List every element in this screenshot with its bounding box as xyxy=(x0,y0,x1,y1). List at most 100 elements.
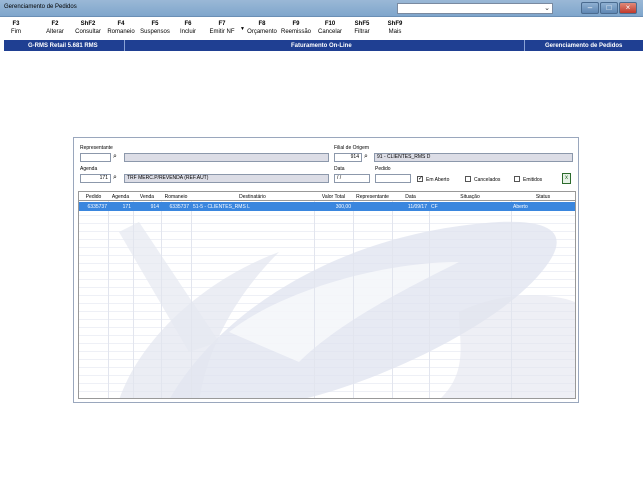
pedido-field[interactable] xyxy=(375,174,411,183)
column-header-valor-total[interactable]: Valor Total xyxy=(314,194,353,200)
toolbar-label: Cancelar xyxy=(317,29,342,35)
column-header-pedido[interactable]: Pedido xyxy=(79,194,108,200)
toolbar-button-emitir-nf[interactable]: F7 Emitir NF ▼ xyxy=(206,21,246,35)
orders-table: Pedido Agenda Venda Romaneio Destinatári… xyxy=(78,191,576,399)
binoculars-search-icon[interactable]: ⌕ xyxy=(113,174,117,182)
cell-agenda: 171 xyxy=(122,204,131,210)
column-header-venda[interactable]: Venda xyxy=(133,194,161,200)
toolbar-label: Fim xyxy=(11,29,21,35)
column-header-agenda[interactable]: Agenda xyxy=(108,194,133,200)
toolbar-key: F4 xyxy=(117,21,125,27)
em-aberto-checkbox[interactable]: ✓ xyxy=(417,176,423,182)
toolbar-key: F6 xyxy=(184,21,192,27)
toolbar-button-incluir[interactable]: F6 Incluir xyxy=(175,21,201,35)
toolbar-label: Alterar xyxy=(46,29,64,35)
toolbar-label: Emitir NF xyxy=(209,29,235,35)
window-titlebar: Gerenciamento de Pedidos ⌄ – □ × xyxy=(0,0,643,17)
chevron-down-icon[interactable]: ⌄ xyxy=(544,4,550,12)
toolbar-button-consultar[interactable]: ShF2 Consultar xyxy=(72,21,104,35)
toolbar-label: Mais xyxy=(388,29,402,35)
toolbar-label: Orçamento xyxy=(247,29,277,35)
toolbar-key: F8 xyxy=(258,21,266,27)
toolbar-key: F10 xyxy=(324,21,336,27)
emitidos-label: Emitidos xyxy=(523,177,543,183)
toolbar-button-alterar[interactable]: F2 Alterar xyxy=(42,21,68,35)
column-header-romaneio[interactable]: Romaneio xyxy=(161,194,191,200)
representante-label: Representante xyxy=(80,145,113,151)
filial-code-field[interactable]: 914 xyxy=(334,153,362,162)
filial-name-field: 91 - CLIENTES_RMS D xyxy=(374,153,573,162)
column-header-destinatario[interactable]: Destinatário xyxy=(191,194,314,200)
toolbar-key: F9 xyxy=(292,21,300,27)
table-row[interactable]: 6335737 171 914 6335737 51-5 - CLIENTES_… xyxy=(79,202,575,211)
agenda-code-field[interactable]: 171 xyxy=(80,174,111,183)
toolbar-label: Filtrar xyxy=(354,29,370,35)
representante-name-field xyxy=(124,153,329,162)
cancelados-checkbox[interactable] xyxy=(465,176,471,182)
column-divider xyxy=(314,192,315,398)
export-excel-icon[interactable]: x xyxy=(562,173,571,184)
column-divider xyxy=(191,192,192,398)
column-header-representante[interactable]: Representante xyxy=(353,194,392,200)
cell-venda: 914 xyxy=(150,204,159,210)
column-header-situacao[interactable]: Situação xyxy=(429,194,511,200)
binoculars-search-icon[interactable]: ⌕ xyxy=(113,153,117,161)
window-title: Gerenciamento de Pedidos xyxy=(4,4,77,10)
minimize-button[interactable]: – xyxy=(581,2,599,14)
toolbar-label: Incluir xyxy=(179,29,196,35)
agenda-label: Agenda xyxy=(80,166,98,172)
binoculars-search-icon[interactable]: ⌕ xyxy=(364,153,368,161)
cell-romaneio: 6335737 xyxy=(169,204,189,210)
orders-panel: Representante ⌕ Filial de Origem 914 ⌕ 9… xyxy=(73,137,579,403)
data-label: Data xyxy=(334,166,345,172)
column-divider xyxy=(161,192,162,398)
column-divider xyxy=(429,192,430,398)
toolbar-button-reemissao[interactable]: F9 Reemissão xyxy=(280,21,312,35)
app-version-label: G-RMS Retail 5.681 RMS xyxy=(28,43,98,49)
toolbar-button-mais[interactable]: ShF9 Mais xyxy=(383,21,407,35)
toolbar-button-fim[interactable]: F3 Fim xyxy=(5,21,27,35)
column-divider xyxy=(108,192,109,398)
header-divider xyxy=(124,40,125,51)
app-header-bar: G-RMS Retail 5.681 RMS Faturamento On-Li… xyxy=(4,40,643,51)
representante-code-field[interactable] xyxy=(80,153,111,162)
toolbar-label: Suspensos xyxy=(140,29,170,35)
date-field[interactable]: / / xyxy=(334,174,370,183)
cell-pedido: 6335737 xyxy=(87,204,107,210)
toolbar-button-orcamento[interactable]: F8 Orçamento xyxy=(245,21,279,35)
cell-valor-total: 300,00 xyxy=(335,204,351,210)
cancelados-label: Cancelados xyxy=(474,177,501,183)
column-divider xyxy=(392,192,393,398)
toolbar-button-suspensos[interactable]: F5 Suspensos xyxy=(138,21,172,35)
watermark-logo xyxy=(119,221,575,398)
toolbar-key: ShF2 xyxy=(80,21,96,27)
title-dropdown[interactable]: ⌄ xyxy=(397,3,553,14)
function-key-toolbar: F3 Fim F2 Alterar ShF2 Consultar F4 Roma… xyxy=(0,17,643,40)
screen-title: Gerenciamento de Pedidos xyxy=(545,43,623,49)
column-divider xyxy=(511,192,512,398)
toolbar-button-filtrar[interactable]: ShF5 Filtrar xyxy=(350,21,374,35)
toolbar-key: ShF5 xyxy=(354,21,370,27)
column-header-status[interactable]: Status xyxy=(511,194,575,200)
header-divider xyxy=(524,40,525,51)
cell-data: 11/09/17 xyxy=(407,204,427,210)
em-aberto-label: Em Aberto xyxy=(426,177,450,183)
table-header: Pedido Agenda Venda Romaneio Destinatári… xyxy=(79,192,575,201)
toolbar-key: F5 xyxy=(151,21,159,27)
toolbar-key: F2 xyxy=(51,21,59,27)
toolbar-button-cancelar[interactable]: F10 Cancelar xyxy=(315,21,345,35)
toolbar-label: Reemissão xyxy=(280,29,311,35)
toolbar-key: F3 xyxy=(12,21,20,27)
close-button[interactable]: × xyxy=(619,2,637,14)
maximize-button[interactable]: □ xyxy=(600,2,618,14)
toolbar-label: Consultar xyxy=(75,29,101,35)
filial-label: Filial de Origem xyxy=(334,145,370,151)
toolbar-key: ShF9 xyxy=(387,21,403,27)
toolbar-button-romaneio[interactable]: F4 Romaneio xyxy=(106,21,136,35)
emitidos-checkbox[interactable] xyxy=(514,176,520,182)
column-divider xyxy=(353,192,354,398)
cell-destinatario: 51-5 - CLIENTES_RMS L xyxy=(193,204,250,210)
agenda-name-field: TRF MERC.P/REVENDA (REF.AUT) xyxy=(124,174,329,183)
column-header-data[interactable]: Data xyxy=(392,194,429,200)
toolbar-key: F7 xyxy=(218,21,226,27)
